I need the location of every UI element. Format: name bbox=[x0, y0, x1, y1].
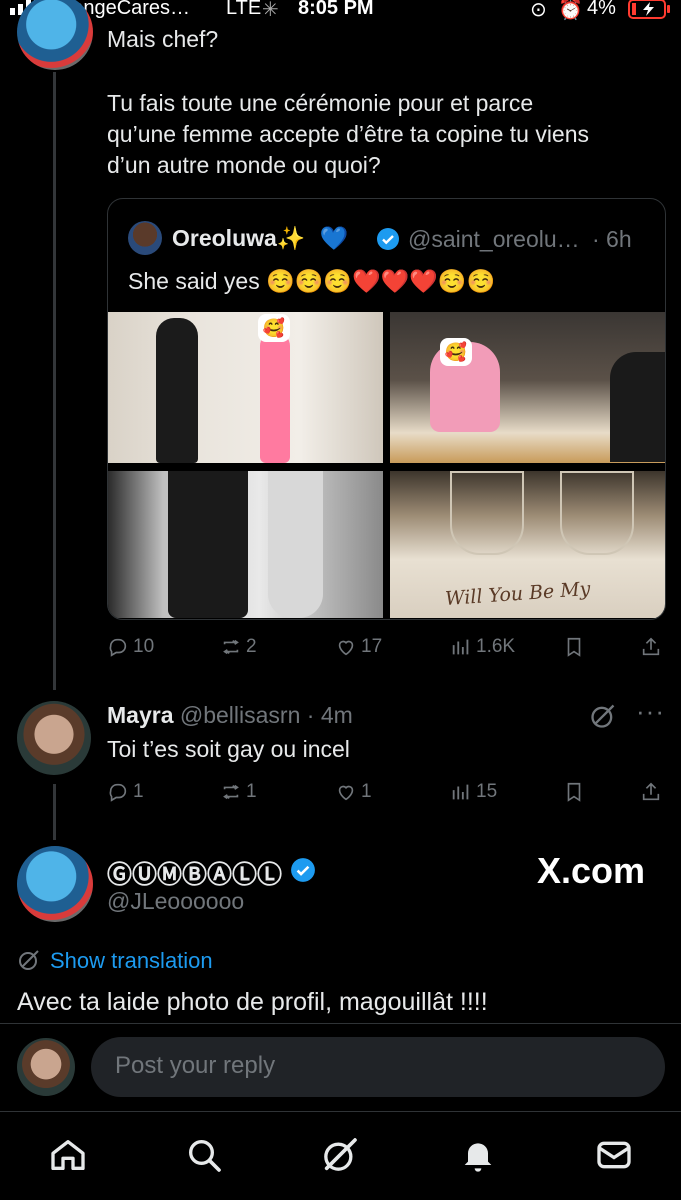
tweet-text-line: Tu fais toute une cérémonie pour et parc… bbox=[107, 90, 534, 116]
quoted-author-handle: @saint_oreolu… bbox=[408, 226, 580, 252]
reply-actions: 1 1 1 15 bbox=[0, 781, 681, 807]
like-button[interactable]: 1 bbox=[335, 781, 372, 803]
mayra-avatar[interactable] bbox=[17, 701, 91, 775]
verified-badge-icon bbox=[376, 227, 400, 256]
grok-icon[interactable] bbox=[589, 702, 617, 735]
reply-count: 1 bbox=[133, 781, 144, 802]
gumball-avatar[interactable] bbox=[17, 846, 93, 922]
home-icon[interactable] bbox=[48, 1135, 88, 1175]
lock-rotation-icon: ⊙ bbox=[530, 0, 547, 21]
bookmark-icon bbox=[567, 637, 581, 657]
loading-icon: ✳ bbox=[262, 0, 279, 21]
quoted-tweet[interactable]: Oreoluwa✨ 💙 @saint_oreolu… · 6h She said… bbox=[107, 198, 666, 620]
photo-dinner[interactable]: 🥰 bbox=[390, 312, 665, 463]
photo-champagne-plate[interactable]: Will You Be My bbox=[390, 471, 665, 618]
network-type: LTE bbox=[226, 0, 262, 19]
status-bar: OrangeCares… LTE ✳ 8:05 PM ⊙ ⏰ 4% bbox=[0, 0, 681, 22]
messages-icon[interactable] bbox=[594, 1135, 634, 1175]
notifications-icon[interactable] bbox=[458, 1135, 498, 1175]
share-button[interactable] bbox=[640, 636, 662, 658]
heart-icon bbox=[338, 785, 354, 801]
emoji-sticker: 🥰 bbox=[440, 338, 472, 366]
reply-button[interactable]: 10 bbox=[107, 636, 154, 658]
blue-heart-emoji: 💙 bbox=[319, 225, 349, 251]
plate-caption: Will You Be My bbox=[444, 577, 592, 611]
author-handle: @bellisasrn bbox=[179, 702, 301, 728]
tweet-text-line: qu’une femme accepte d’être ta copine tu… bbox=[107, 121, 590, 147]
battery-percent: 4% bbox=[587, 0, 616, 19]
timestamp: · 4m bbox=[306, 702, 353, 728]
divider bbox=[0, 1023, 681, 1024]
thread-line bbox=[53, 72, 56, 690]
battery-icon bbox=[628, 0, 672, 25]
quoted-author-name: Oreoluwa✨ 💙 bbox=[172, 225, 348, 252]
tweet-actions: 10 2 17 1.6K bbox=[0, 636, 681, 662]
views-button[interactable]: 15 bbox=[450, 781, 497, 803]
grok-icon[interactable] bbox=[320, 1135, 360, 1175]
emoji-sticker: 🥰 bbox=[258, 314, 290, 342]
views-icon bbox=[452, 784, 469, 800]
repost-button[interactable]: 1 bbox=[220, 781, 257, 803]
tweet-text-line: d’un autre monde ou quoi? bbox=[107, 152, 381, 178]
reply-input[interactable] bbox=[113, 1051, 637, 1081]
repost-count: 2 bbox=[246, 636, 257, 657]
photo-couple-hallway[interactable]: 🥰 bbox=[108, 312, 383, 463]
reply-header: Mayra @bellisasrn · 4m bbox=[107, 702, 353, 729]
like-button[interactable]: 17 bbox=[335, 636, 382, 658]
reply-button[interactable]: 1 bbox=[107, 781, 144, 803]
repost-button[interactable]: 2 bbox=[220, 636, 257, 658]
main-tweet-text: Avec ta laide photo de profil, magouillâ… bbox=[17, 988, 488, 1016]
share-button[interactable] bbox=[640, 781, 662, 803]
user-avatar[interactable] bbox=[17, 1038, 75, 1096]
quoted-timestamp: · 6h bbox=[592, 226, 632, 252]
reply-composer[interactable] bbox=[91, 1037, 665, 1097]
reply-tweet-text: Toi t’es soit gay ou incel bbox=[107, 736, 350, 762]
bookmark-icon bbox=[567, 782, 581, 802]
quoted-tweet-text: She said yes ☺️☺️☺️❤️❤️❤️☺️☺️ bbox=[128, 268, 496, 294]
clock-time: 8:05 PM bbox=[298, 0, 374, 19]
reply-icon bbox=[109, 638, 127, 657]
views-button[interactable]: 1.6K bbox=[450, 636, 515, 658]
verified-badge-icon bbox=[290, 857, 316, 888]
like-count: 1 bbox=[361, 781, 372, 802]
heart-icon bbox=[338, 640, 354, 656]
alarm-icon: ⏰ bbox=[558, 0, 583, 21]
author-handle: @JLeoooooo bbox=[107, 888, 245, 914]
share-icon bbox=[642, 637, 660, 656]
gumball-avatar[interactable] bbox=[17, 0, 93, 70]
show-translation-link[interactable]: Show translation bbox=[50, 948, 213, 974]
reply-icon bbox=[109, 783, 127, 802]
search-icon[interactable] bbox=[184, 1135, 224, 1175]
oreoluwa-avatar bbox=[128, 221, 162, 255]
bookmark-button[interactable] bbox=[563, 781, 585, 803]
repost-icon bbox=[223, 784, 239, 800]
share-icon bbox=[642, 782, 660, 801]
author-name: Mayra bbox=[107, 702, 174, 728]
like-count: 17 bbox=[361, 636, 383, 657]
x-watermark: X.com bbox=[537, 850, 646, 891]
bookmark-button[interactable] bbox=[563, 636, 585, 658]
repost-count: 1 bbox=[246, 781, 257, 802]
quoted-author-name-text: Oreoluwa✨ bbox=[172, 225, 306, 251]
author-name: ⒼⓊⓂⒷⒶⓁⓁ bbox=[107, 861, 283, 889]
repost-icon bbox=[223, 639, 239, 655]
more-options-icon[interactable]: ··· bbox=[636, 696, 665, 727]
translate-icon bbox=[17, 948, 41, 977]
views-count: 15 bbox=[476, 781, 498, 802]
tweet-text-line: Mais chef? bbox=[107, 26, 219, 52]
divider bbox=[0, 1111, 681, 1112]
photo-couple-bw[interactable] bbox=[108, 471, 383, 618]
views-icon bbox=[452, 639, 469, 655]
reply-count: 10 bbox=[133, 636, 155, 657]
views-count: 1.6K bbox=[476, 636, 516, 657]
